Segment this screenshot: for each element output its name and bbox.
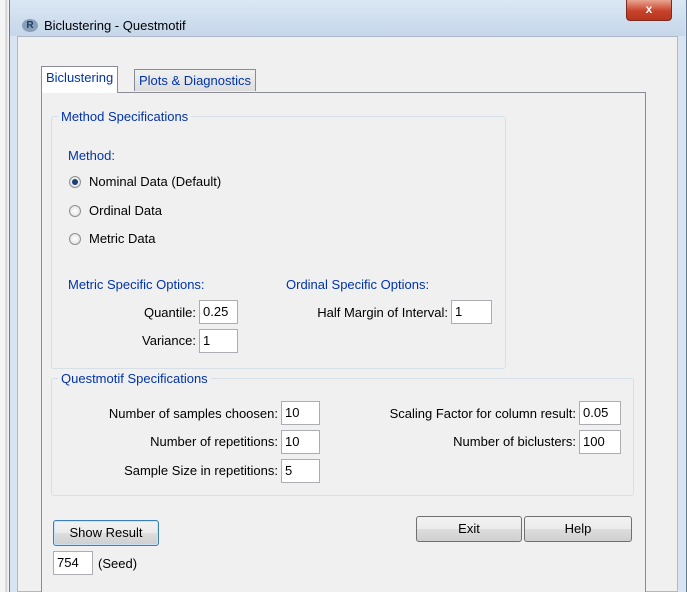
samples-chosen-label: Number of samples choosen:	[108, 406, 278, 421]
seed-label: (Seed)	[98, 556, 138, 571]
tab-biclustering[interactable]: Biclustering	[41, 66, 119, 93]
repetitions-label: Number of repetitions:	[150, 434, 278, 449]
background-window-edge	[0, 0, 9, 592]
radio-ordinal-data[interactable]	[69, 205, 81, 217]
radio-ordinal-data-label[interactable]: Ordinal Data	[89, 203, 162, 218]
questmotif-specifications-legend: Questmotif Specifications	[61, 371, 208, 386]
scaling-factor-input[interactable]: 0.05	[579, 401, 621, 425]
variance-input[interactable]: 1	[199, 329, 238, 353]
repetitions-input[interactable]: 10	[281, 430, 320, 454]
quantile-input[interactable]: 0.25	[199, 300, 238, 324]
r-app-icon: R	[22, 19, 38, 32]
half-margin-interval-input[interactable]: 1	[451, 300, 492, 324]
metric-specific-options-heading: Metric Specific Options:	[68, 277, 205, 292]
close-icon: x	[645, 2, 653, 16]
help-button[interactable]: Help	[524, 516, 632, 542]
radio-nominal-data-label[interactable]: Nominal Data (Default)	[89, 174, 221, 189]
samples-chosen-input[interactable]: 10	[281, 401, 320, 425]
number-of-biclusters-input[interactable]: 100	[579, 430, 621, 454]
method-specifications-legend: Method Specifications	[61, 109, 189, 124]
radio-metric-data-label[interactable]: Metric Data	[89, 231, 155, 246]
variance-label: Variance:	[142, 333, 196, 348]
ordinal-specific-options-heading: Ordinal Specific Options:	[286, 277, 430, 292]
radio-metric-data[interactable]	[69, 233, 81, 245]
scaling-factor-label: Scaling Factor for column result:	[389, 406, 576, 421]
tab-plots-diagnostics[interactable]: Plots & Diagnostics	[134, 69, 256, 91]
method-label: Method:	[68, 148, 115, 163]
radio-nominal-data[interactable]	[69, 176, 81, 188]
exit-button[interactable]: Exit	[416, 516, 522, 542]
half-margin-interval-label: Half Margin of Interval:	[317, 305, 448, 320]
quantile-label: Quantile:	[143, 305, 196, 320]
window-title: Biclustering - Questmotif	[44, 18, 186, 33]
seed-input[interactable]: 754	[53, 551, 93, 575]
close-button[interactable]: x	[626, 0, 672, 21]
show-result-button[interactable]: Show Result	[53, 520, 159, 546]
sample-size-repetitions-label: Sample Size in repetitions:	[124, 463, 278, 478]
number-of-biclusters-label: Number of biclusters:	[453, 434, 576, 449]
sample-size-repetitions-input[interactable]: 5	[281, 459, 320, 483]
